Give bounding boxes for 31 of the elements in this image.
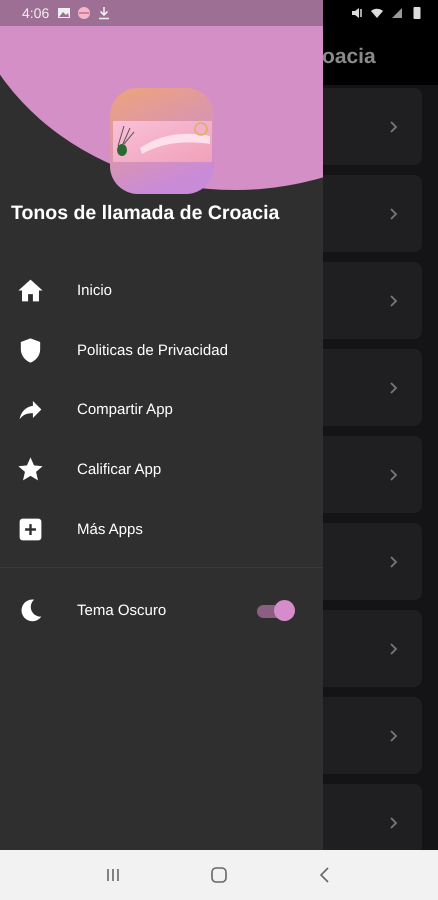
wifi-icon <box>370 6 384 20</box>
image-icon <box>57 6 72 20</box>
dark-theme-switch[interactable] <box>257 600 295 622</box>
home-button-icon[interactable] <box>209 865 229 885</box>
list-card[interactable] <box>323 175 422 252</box>
mute-icon <box>350 6 364 20</box>
app-logo-icon <box>110 88 214 194</box>
list-card[interactable] <box>323 697 422 774</box>
menu-item[interactable]: Calificar App <box>0 440 323 500</box>
menu-label: Más Apps <box>77 520 143 538</box>
menu-item[interactable]: Inicio <box>0 261 323 321</box>
list-card[interactable] <box>323 610 422 687</box>
menu-item[interactable]: Compartir App <box>0 380 323 440</box>
signal-icon <box>390 6 404 20</box>
menu-label: Politicas de Privacidad <box>77 342 228 359</box>
menu-label: Inicio <box>77 282 112 300</box>
menu-label: Calificar App <box>77 461 162 478</box>
status-time: 4:06 <box>22 5 50 21</box>
menu-item[interactable]: Más Apps <box>0 499 323 559</box>
list-card[interactable] <box>323 349 422 426</box>
list-card[interactable] <box>323 784 422 850</box>
menu-label: Compartir App <box>77 401 173 418</box>
menu-item[interactable]: Politicas de Privacidad <box>0 320 323 380</box>
drawer-title: Tonos de llamada de Croacia <box>11 202 280 225</box>
list-card[interactable] <box>323 88 422 165</box>
list-card[interactable] <box>323 436 422 513</box>
app-title: oacia <box>322 45 376 69</box>
toggle-label: Tema Oscuro <box>77 602 168 620</box>
list-card[interactable] <box>323 262 422 339</box>
download-icon <box>97 6 112 20</box>
list-card[interactable] <box>323 523 422 600</box>
